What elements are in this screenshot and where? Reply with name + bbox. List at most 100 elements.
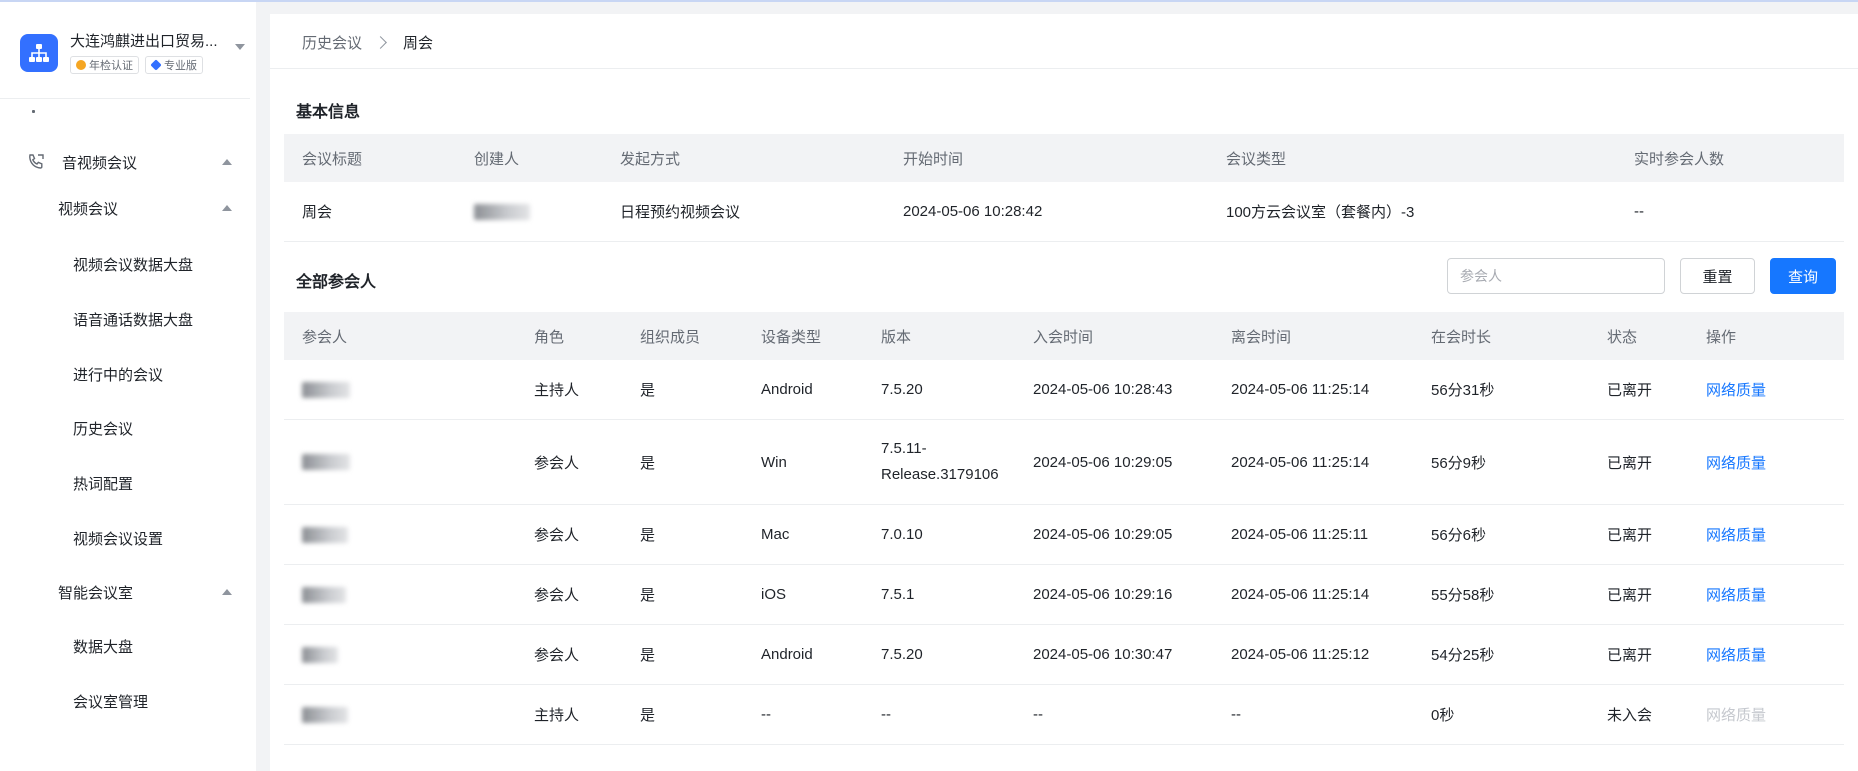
participant-name-cell (302, 420, 350, 504)
participants-header: 参会人 角色 组织成员 设备类型 版本 入会时间 离会时间 在会时长 状态 操作 (284, 312, 1844, 360)
meeting-title-value: 周会 (302, 204, 333, 221)
join-time-cell: 2024-05-06 10:29:05 (1033, 526, 1173, 543)
start-time-value: 2024-05-06 10:28:42 (903, 203, 1043, 220)
participant-name-cell (302, 360, 350, 419)
device-cell: Mac (761, 526, 790, 543)
phone-video-icon (29, 154, 44, 169)
header-org-member: 组织成员 (640, 328, 701, 346)
table-row: 参会人 是 iOS 7.5.1 2024-05-06 10:29:16 2024-05-0… (284, 565, 1844, 625)
org-name: 大连鸿麒进出口贸易... (70, 33, 218, 50)
sidebar-item-ongoing-meetings[interactable]: 进行中的会议 (0, 352, 256, 396)
leave-time-cell: 2024-05-06 11:25:14 (1231, 453, 1370, 471)
org-switcher[interactable]: 大连鸿麒进出口贸易... 年检认证 专业版 (20, 26, 248, 82)
network-quality-link[interactable]: 网络质量 (1706, 505, 1766, 564)
sidebar-item-video-dashboard[interactable]: 视频会议数据大盘 (0, 242, 256, 286)
main-content: 历史会议 周会 基本信息 会议标题 创建人 发起方式 开始时间 会议类型 实时参… (270, 14, 1858, 771)
role-cell: 主持人 (534, 382, 580, 399)
sidebar-item-video-settings[interactable]: 视频会议设置 (0, 516, 256, 560)
sidebar-item-room-dashboard[interactable]: 数据大盘 (0, 624, 256, 668)
participant-name-cell (302, 505, 348, 564)
status-cell: 已离开 (1607, 527, 1653, 544)
device-cell: Android (761, 381, 813, 398)
sidebar: 大连鸿麒进出口贸易... 年检认证 专业版 音视频会议 视频会议 视频会议数据大… (0, 2, 256, 771)
redacted-name (474, 203, 530, 220)
sidebar-subgroup-smart-room[interactable]: 智能会议室 (0, 570, 256, 614)
role-cell: 参会人 (534, 454, 580, 472)
sidebar-item-hotword-config[interactable]: 热词配置 (0, 461, 256, 505)
badge-label: 年检认证 (89, 60, 133, 72)
org-member-cell: 是 (640, 454, 656, 472)
breadcrumb-current: 周会 (403, 34, 434, 52)
table-row: 主持人 是 -- -- -- -- 0秒 未入会 网络质量 (284, 685, 1844, 745)
sidebar-item-history-meetings[interactable]: 历史会议 (0, 406, 256, 450)
sidebar-item-label: 语音通话数据大盘 (73, 311, 194, 329)
basic-info-header: 会议标题 创建人 发起方式 开始时间 会议类型 实时参会人数 (284, 134, 1844, 182)
participant-name-cell (302, 685, 348, 744)
status-cell: 已离开 (1607, 454, 1653, 472)
sidebar-item-room-management[interactable]: 会议室管理 (0, 679, 256, 723)
header-meeting-title: 会议标题 (302, 150, 363, 168)
sidebar-group-label: 音视频会议 (62, 154, 138, 172)
chevron-up-icon (222, 589, 232, 595)
duration-cell: 55分58秒 (1431, 587, 1495, 604)
org-logo (20, 34, 58, 72)
live-attendees-value: -- (1634, 203, 1644, 220)
query-button[interactable]: 查询 (1770, 258, 1836, 294)
chevron-down-icon[interactable] (235, 44, 245, 50)
role-cell: 参会人 (534, 647, 580, 664)
header-participant: 参会人 (302, 328, 348, 346)
header-version: 版本 (881, 328, 912, 346)
device-cell: iOS (761, 586, 787, 603)
chevron-right-icon (374, 35, 387, 49)
breadcrumb-history-link[interactable]: 历史会议 (302, 32, 362, 53)
redacted-name (302, 526, 348, 543)
redacted-name (302, 454, 350, 470)
basic-info-title: 基本信息 (296, 104, 361, 121)
table-row: 参会人 是 Win 7.5.11-Release.3179106 2024-05-06 … (284, 420, 1844, 505)
leave-time-cell: 2024-05-06 11:25:11 (1231, 526, 1369, 543)
version-cell: 7.5.20 (881, 645, 923, 663)
device-cell: Android (761, 646, 813, 663)
duration-cell: 56分9秒 (1431, 454, 1487, 472)
participant-search-input[interactable] (1447, 258, 1665, 294)
org-member-cell: 是 (640, 382, 656, 399)
org-member-cell: 是 (640, 647, 656, 664)
header-device: 设备类型 (761, 328, 822, 346)
join-time-cell: 2024-05-06 10:28:43 (1033, 381, 1173, 398)
reset-button[interactable]: 重置 (1680, 258, 1755, 294)
badge-annual-cert: 年检认证 (70, 56, 139, 74)
device-cell: -- (761, 706, 771, 723)
network-quality-link: 网络质量 (1706, 707, 1767, 724)
version-cell: 7.5.20 (881, 380, 923, 398)
org-tree-icon (29, 44, 49, 62)
leave-time-cell: 2024-05-06 11:25:14 (1231, 586, 1370, 603)
status-cell: 已离开 (1607, 587, 1653, 604)
header-launch-method: 发起方式 (620, 150, 681, 168)
creator-value (474, 182, 530, 241)
network-quality-link[interactable]: 网络质量 (1706, 420, 1766, 504)
duration-cell: 56分31秒 (1431, 382, 1495, 399)
network-quality-link[interactable]: 网络质量 (1706, 625, 1766, 684)
network-quality-link[interactable]: 网络质量 (1706, 565, 1766, 624)
sidebar-group-av-meeting[interactable]: 音视频会议 (0, 140, 256, 184)
role-cell: 参会人 (534, 587, 580, 604)
diamond-icon (150, 59, 162, 71)
status-cell: 已离开 (1607, 647, 1653, 664)
scroll-marker (32, 110, 35, 113)
version-cell: 7.5.11-Release.3179106 (881, 440, 999, 483)
table-row: 参会人 是 Android 7.5.20 2024-05-06 10:30:47 2024… (284, 625, 1844, 685)
header-live-attendees: 实时参会人数 (1634, 150, 1725, 168)
sidebar-subgroup-video-meeting[interactable]: 视频会议 (0, 186, 256, 230)
chevron-up-icon (222, 159, 232, 165)
sidebar-item-voice-dashboard[interactable]: 语音通话数据大盘 (0, 297, 256, 341)
header-duration: 在会时长 (1431, 328, 1492, 346)
header-role: 角色 (534, 328, 565, 346)
network-quality-link[interactable]: 网络质量 (1706, 360, 1766, 419)
org-member-cell: 是 (640, 527, 656, 544)
duration-cell: 0秒 (1431, 707, 1455, 724)
badge-label: 专业版 (164, 60, 197, 72)
duration-cell: 54分25秒 (1431, 647, 1495, 664)
table-row: 主持人 是 Android 7.5.20 2024-05-06 10:28:43 2024… (284, 360, 1844, 420)
join-time-cell: 2024-05-06 10:30:47 (1033, 646, 1173, 663)
status-cell: 已离开 (1607, 382, 1653, 399)
